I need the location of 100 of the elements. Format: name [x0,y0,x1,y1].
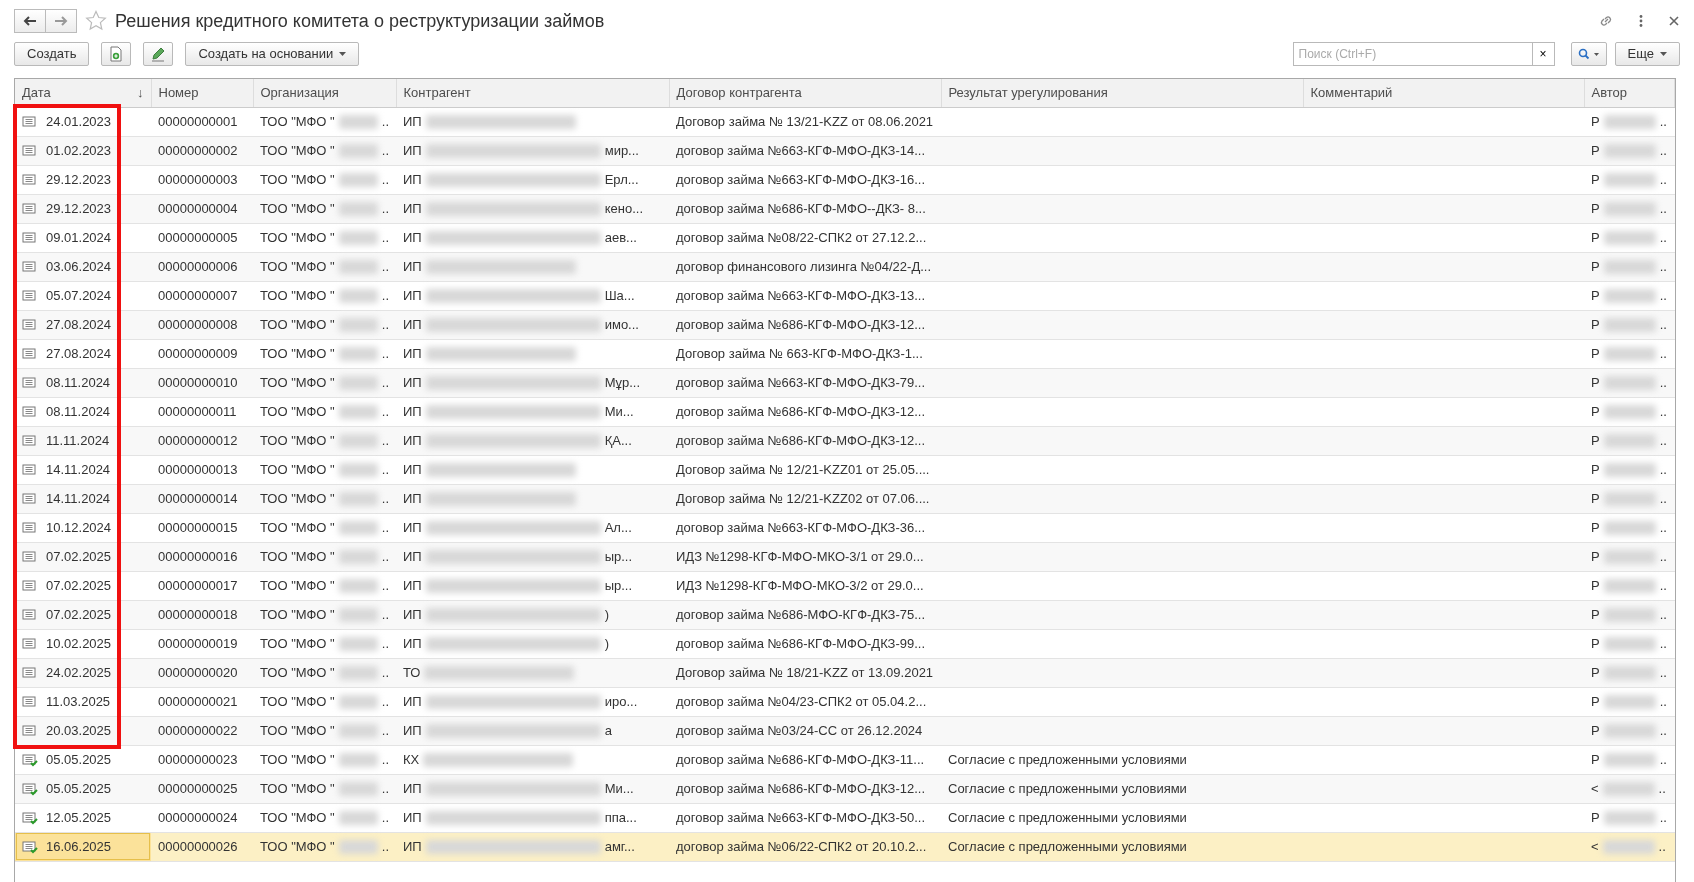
contractor-text: ИП [403,199,422,218]
column-header[interactable]: Контрагент [403,83,471,103]
ellipsis-text: .. [1659,431,1667,450]
ellipsis-text: .. [1659,605,1667,624]
redacted-text [1603,636,1656,651]
redacted-text [1603,491,1656,506]
number-text: 00000000010 [158,374,238,390]
number-text: 00000000018 [158,606,238,622]
contractor-text: ппа... [604,808,637,827]
close-icon[interactable] [1668,15,1680,27]
ellipsis-text: .. [381,257,389,276]
search-button[interactable] [1570,42,1607,66]
create-button[interactable]: Создать [14,42,90,66]
redacted-text [1603,810,1656,825]
contractor-text: мир... [604,141,639,160]
ellipsis-text: .. [381,692,389,711]
contract-text: договор займа №04/23-СПК2 от 05.04.2... [676,693,927,709]
contract-text: Договор займа № 18/21-KZZ от 13.09.2021 [676,664,934,680]
redacted-text [338,665,378,680]
contract-text: договор займа №663-КГФ-МФО-ДКЗ-14... [676,142,926,158]
number-text: 00000000011 [158,403,237,419]
contract-text: Договор займа № 13/21-KZZ от 08.06.2021 [676,113,934,129]
redacted-text [1603,201,1656,216]
contractor-text: КХ [403,750,420,769]
contractor-text: Мұр... [604,373,641,392]
redacted-text [338,781,378,796]
ellipsis-text: .. [1659,808,1667,827]
date-text: 07.02.2025 [46,605,112,624]
more-vertical-icon[interactable] [1638,14,1644,28]
contract-text: договор займа №686-КГФ-МФО-ДКЗ-99... [676,635,926,651]
number-text: 00000000023 [158,751,238,767]
column-header[interactable]: Дата [22,83,51,103]
ellipsis-text: .. [381,518,389,537]
edit-button[interactable] [143,42,174,66]
number-text: 00000000003 [158,171,238,187]
ellipsis-text: .. [381,634,389,653]
organization-text: ТОО "МФО " [260,431,335,450]
contractor-text: ) [604,605,610,624]
contractor-text: ИП [403,605,422,624]
number-text: 00000000024 [158,809,238,825]
ellipsis-text: .. [381,750,389,769]
ellipsis-text: .. [1659,489,1667,508]
more-button[interactable]: Еще [1614,42,1680,66]
ellipsis-text: .. [381,460,389,479]
number-text: 00000000008 [158,316,238,332]
ellipsis-text: .. [1658,779,1666,798]
redacted-text [1602,839,1655,854]
clear-button[interactable]: × [1532,42,1555,66]
ellipsis-text: .. [1659,170,1667,189]
redacted-text [338,636,378,651]
organization-text: ТОО "МФО " [260,112,335,131]
contract-text: договор займа №03/24-СС от 26.12.2024 [676,722,923,738]
copy-button[interactable] [101,42,132,66]
redacted-text [338,462,378,477]
star-icon[interactable] [85,10,107,32]
ellipsis-text: .. [381,344,389,363]
contractor-text: Ми... [604,779,634,798]
result-text: Согласие с предложенными условиями [948,809,1187,825]
author-text: Р [1591,692,1600,711]
number-text: 00000000017 [158,577,238,593]
organization-text: ТОО "МФО " [260,228,335,247]
number-text: 00000000006 [158,258,238,274]
back-button[interactable] [14,9,46,33]
redacted-text [338,607,378,622]
organization-text: ТОО "МФО " [260,489,335,508]
contractor-text: аев... [604,228,637,247]
author-text: Р [1591,199,1600,218]
redacted-text [338,549,378,564]
organization-text: ТОО "МФО " [260,344,335,363]
author-text: Р [1591,460,1600,479]
search-field[interactable]: Поиск (Ctrl+F) [1292,42,1533,66]
redacted-text [1603,143,1656,158]
ellipsis-text: .. [381,808,389,827]
contractor-text: ТО [403,663,421,682]
create-based-on-button[interactable]: Создать на основании [185,42,360,66]
ellipsis-text: .. [1659,402,1667,421]
ellipsis-text: .. [381,605,389,624]
contract-text: договор займа №663-КГФ-МФО-ДКЗ-79... [676,374,926,390]
ellipsis-text: .. [1659,286,1667,305]
redacted-text [1603,230,1656,245]
author-text: Р [1591,547,1600,566]
organization-text: ТОО "МФО " [260,692,335,711]
contractor-text: ыр... [604,576,633,595]
redacted-text [1602,781,1655,796]
date-text: 07.02.2025 [46,576,112,595]
ellipsis-text: .. [1659,663,1667,682]
redacted-text [338,375,378,390]
number-text: 00000000005 [158,229,238,245]
link-icon[interactable] [1598,13,1614,29]
author-text: Р [1591,431,1600,450]
sort-indicator[interactable]: ↓ [137,83,144,103]
result-text: Согласие с предложенными условиями [948,838,1187,854]
author-text: Р [1591,489,1600,508]
ellipsis-text: .. [1659,750,1667,769]
date-text: 03.06.2024 [46,257,112,276]
date-text: 29.12.2023 [46,170,112,189]
redacted-text [338,288,378,303]
redacted-text [338,723,378,738]
contract-text: договор займа №663-КГФ-МФО-ДКЗ-16... [676,171,926,187]
author-text: Р [1591,344,1600,363]
